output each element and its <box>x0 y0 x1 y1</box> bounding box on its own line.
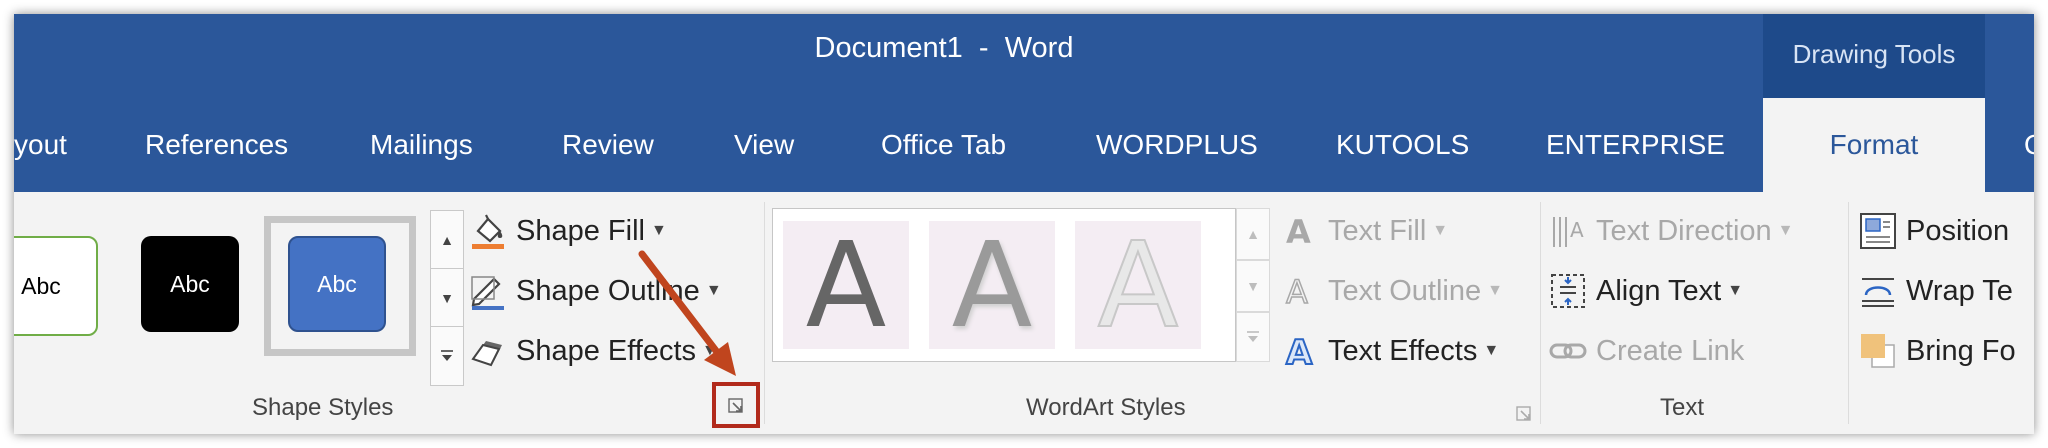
text-group-label: Text <box>1660 394 1705 421</box>
link-icon <box>1548 331 1588 371</box>
wordart-more-button[interactable] <box>1236 312 1270 362</box>
contextual-tab-label: Drawing Tools <box>1763 14 1985 98</box>
create-link-button[interactable]: Create Link <box>1548 326 1744 376</box>
bring-forward-label: Bring Fo <box>1906 334 2016 367</box>
chevron-down-icon: ▼ <box>1727 282 1744 299</box>
shape-style-black[interactable]: Abc <box>141 236 239 332</box>
tab-wordplus[interactable]: WORDPLUS <box>1096 98 1258 192</box>
position-icon <box>1858 211 1898 251</box>
align-text-icon <box>1548 271 1588 311</box>
wrap-text-label: Wrap Te <box>1906 274 2013 307</box>
wordart-styles-dialog-launcher[interactable] <box>1516 406 1532 422</box>
text-direction-label: Text Direction <box>1596 214 1772 247</box>
align-text-button[interactable]: Align Text ▼ <box>1548 266 1743 316</box>
wordart-scroll-down[interactable]: ▼ <box>1236 260 1270 312</box>
wrap-text-button[interactable]: Wrap Te <box>1858 266 2013 316</box>
text-effects-icon: A <box>1280 331 1320 374</box>
chevron-down-icon: ▼ <box>1777 222 1794 239</box>
text-fill-button[interactable]: A Text Fill ▼ <box>1280 206 1448 256</box>
wordart-style-1[interactable]: A <box>783 216 909 354</box>
group-separator <box>1540 202 1541 424</box>
gallery-more-button[interactable] <box>430 326 464 386</box>
chevron-down-icon: ▼ <box>1432 222 1449 239</box>
shape-style-blue[interactable]: Abc <box>288 236 386 332</box>
text-direction-icon: A <box>1548 211 1588 251</box>
tab-mailings[interactable]: Mailings <box>370 98 473 192</box>
position-button[interactable]: Position <box>1858 206 2009 256</box>
text-outline-label: Text Outline <box>1328 274 1482 307</box>
group-separator <box>764 202 765 424</box>
wordart-style-2[interactable]: A <box>929 216 1055 354</box>
tab-review[interactable]: Review <box>562 98 654 192</box>
text-effects-button[interactable]: A Text Effects ▼ <box>1280 326 1499 376</box>
svg-text:A: A <box>1570 218 1584 242</box>
text-outline-button[interactable]: A Text Outline ▼ <box>1280 266 1503 316</box>
gallery-scroll-up[interactable]: ▲ <box>430 210 464 270</box>
svg-text:A: A <box>1286 213 1311 251</box>
shape-styles-dialog-launcher[interactable] <box>728 398 744 414</box>
create-link-label: Create Link <box>1596 334 1745 367</box>
tab-view[interactable]: View <box>734 98 794 192</box>
shape-style-white-outline[interactable]: Abc <box>14 236 98 336</box>
text-outline-icon: A <box>1280 271 1320 312</box>
tab-layout[interactable]: yout <box>14 98 67 192</box>
svg-text:A: A <box>1286 273 1308 311</box>
tab-references[interactable]: References <box>145 98 288 192</box>
shape-styles-label: Shape Styles <box>252 394 394 421</box>
wordart-gallery: A A A <box>772 208 1236 362</box>
ribbon-tabs: yout References Mailings Review View Off… <box>14 98 2034 192</box>
position-label: Position <box>1906 214 2010 247</box>
text-effects-label: Text Effects <box>1328 334 1478 367</box>
gallery-scroll-down[interactable]: ▼ <box>430 268 464 328</box>
annotation-arrow-icon <box>638 250 736 376</box>
word-window: Document1 - Word Drawing Tools yout Refe… <box>14 14 2034 434</box>
tab-office-tab[interactable]: Office Tab <box>881 98 1006 192</box>
bring-forward-icon <box>1858 331 1898 371</box>
shape-effects-icon <box>468 331 508 371</box>
text-fill-icon: A <box>1280 211 1320 251</box>
tab-overflow[interactable]: Q <box>2024 98 2034 192</box>
chevron-down-icon: ▼ <box>1483 342 1500 359</box>
title-bar: Document1 - Word Drawing Tools <box>14 14 2034 98</box>
wordart-style-3[interactable]: A <box>1075 215 1201 355</box>
tab-enterprise[interactable]: ENTERPRISE <box>1546 98 1725 192</box>
align-text-label: Align Text <box>1596 274 1722 307</box>
wordart-styles-label: WordArt Styles <box>1026 394 1186 421</box>
chevron-down-icon: ▼ <box>1487 282 1503 299</box>
group-separator <box>1848 202 1849 424</box>
text-fill-label: Text Fill <box>1328 214 1427 247</box>
wordart-scroll-up[interactable]: ▲ <box>1236 208 1270 260</box>
text-direction-button[interactable]: A Text Direction ▼ <box>1548 206 1794 256</box>
bring-forward-button[interactable]: Bring Fo <box>1858 326 2016 376</box>
wrap-text-icon <box>1858 271 1898 311</box>
ribbon-body: Abc Abc Abc ▲ ▼ Shape Fill ▼ Shape Outli… <box>14 192 2034 434</box>
tab-kutools[interactable]: KUTOOLS <box>1336 98 1469 192</box>
svg-text:A: A <box>1286 333 1313 371</box>
tab-format[interactable]: Format <box>1763 98 1985 192</box>
paint-bucket-icon <box>468 211 508 251</box>
pencil-outline-icon <box>468 271 508 311</box>
window-title: Document1 - Word <box>814 32 1074 64</box>
